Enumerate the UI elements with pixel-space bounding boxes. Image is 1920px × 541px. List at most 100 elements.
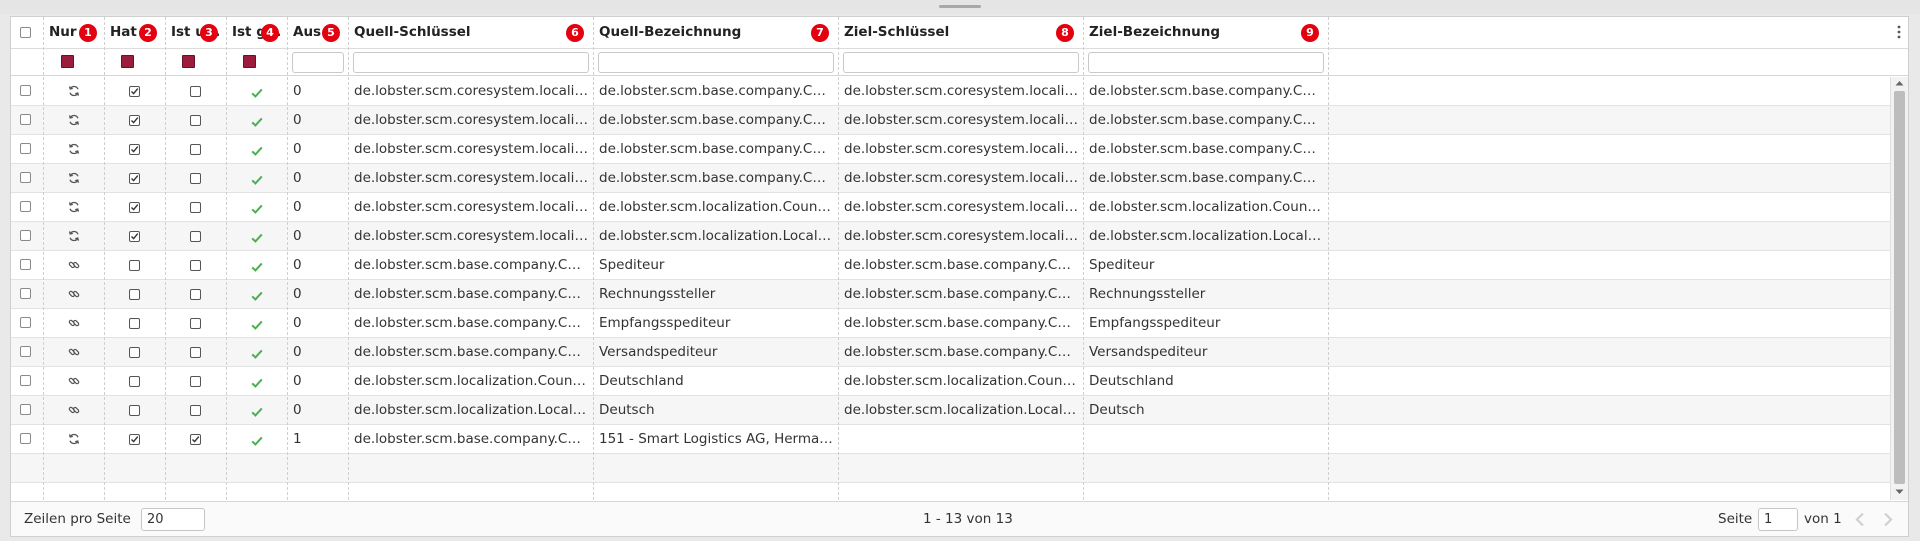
table-row[interactable]: 0 de.lobster.scm.base.company.CompanyT...… (11, 280, 1890, 309)
pagination-footer: Zeilen pro Seite 20 1 - 13 von 13 Seite … (11, 501, 1908, 536)
cell-quell-bezeichnung: Rechnungssteller (599, 286, 716, 302)
cell-ziel-bezeichnung: Deutschland (1089, 373, 1174, 389)
cell-quell-schluessel: de.lobster.scm.base.company.CompanyT... (354, 286, 593, 302)
table-row[interactable]: 0 de.lobster.scm.coresystem.localization.… (11, 77, 1890, 106)
filter-input-ziel-bezeichnung[interactable] (1088, 52, 1324, 73)
cell-aus: 0 (293, 373, 302, 389)
panel-resize-bar[interactable] (0, 0, 1920, 14)
cell-ziel-schluessel: de.lobster.scm.base.company.CompanyT... (844, 257, 1083, 273)
link-icon (68, 259, 80, 275)
row-select-checkbox[interactable] (20, 114, 31, 125)
column-separator (1083, 17, 1084, 500)
table-row[interactable]: 0 de.lobster.scm.coresystem.localization.… (11, 164, 1890, 193)
sync-icon (68, 114, 80, 130)
row-select-checkbox[interactable] (20, 404, 31, 415)
check-icon (251, 347, 263, 363)
check-icon (251, 231, 263, 247)
row-select-checkbox[interactable] (20, 346, 31, 357)
data-grid: Nur ... 1 Hat ... 2 Ist u... 3 Ist g... … (10, 16, 1909, 537)
row-select-checkbox[interactable] (20, 172, 31, 183)
col-header-ziel-bezeichnung[interactable]: Ziel-Bezeichnung (1083, 17, 1328, 48)
row-select-checkbox[interactable] (20, 259, 31, 270)
table-row[interactable]: 1 de.lobster.scm.base.company.Company... 1… (11, 425, 1890, 454)
row-select-checkbox[interactable] (20, 85, 31, 96)
row-select-checkbox[interactable] (20, 230, 31, 241)
cell-ziel-schluessel: de.lobster.scm.coresystem.localization.d… (844, 83, 1083, 99)
checked-box-icon (129, 433, 140, 449)
row-select-checkbox[interactable] (20, 317, 31, 328)
link-icon (68, 288, 80, 304)
unchecked-box-icon (190, 288, 201, 304)
table-row[interactable]: 0 de.lobster.scm.coresystem.localization.… (11, 135, 1890, 164)
rows-per-page-input[interactable]: 20 (141, 508, 205, 531)
table-row[interactable]: 0 de.lobster.scm.base.company.CompanyT...… (11, 251, 1890, 280)
table-row[interactable]: 0 de.lobster.scm.coresystem.localization.… (11, 193, 1890, 222)
cell-quell-bezeichnung: Versandspediteur (599, 344, 718, 360)
filter-input-quell-schluessel[interactable] (353, 52, 589, 73)
vertical-scrollbar[interactable] (1890, 77, 1908, 500)
table-row[interactable]: 0 de.lobster.scm.base.company.CompanyT...… (11, 338, 1890, 367)
resize-handle[interactable] (939, 5, 981, 8)
filter-input-ziel-schluessel[interactable] (843, 52, 1079, 73)
page-label: Seite (1718, 511, 1753, 527)
cell-ziel-schluessel: de.lobster.scm.coresystem.localization.d… (844, 199, 1083, 215)
table-row[interactable]: 0 de.lobster.scm.base.company.CompanyT...… (11, 309, 1890, 338)
table-row[interactable] (11, 454, 1890, 483)
table-row[interactable]: 0 de.lobster.scm.coresystem.localization.… (11, 106, 1890, 135)
page-number-input[interactable]: 1 (1758, 508, 1798, 531)
col-header-ziel-schluessel[interactable]: Ziel-Schlüssel (838, 17, 1083, 48)
row-select-checkbox[interactable] (20, 288, 31, 299)
table-row[interactable]: 0 de.lobster.scm.localization.Country#DE D… (11, 367, 1890, 396)
row-select-checkbox[interactable] (20, 143, 31, 154)
cell-aus: 0 (293, 344, 302, 360)
row-select-checkbox[interactable] (20, 433, 31, 444)
filter-checkbox-ist-g[interactable] (243, 55, 256, 68)
col-header-quell-schluessel[interactable]: Quell-Schlüssel (348, 17, 593, 48)
checked-box-icon (129, 201, 140, 217)
cell-quell-schluessel: de.lobster.scm.coresystem.localization.d… (354, 228, 593, 244)
table-row[interactable] (11, 483, 1890, 500)
column-menu-icon[interactable] (1896, 25, 1902, 39)
unchecked-box-icon (190, 317, 201, 333)
table-row[interactable]: 0 de.lobster.scm.localization.Locale#de De… (11, 396, 1890, 425)
select-all-checkbox[interactable] (20, 27, 31, 38)
annotation-badge-6: 6 (566, 24, 584, 42)
unchecked-box-icon (129, 375, 140, 391)
next-page-icon[interactable] (1882, 512, 1894, 527)
scroll-up-icon[interactable] (1895, 80, 1904, 86)
col-header-label: Ziel-Schlüssel (844, 24, 950, 40)
unchecked-box-icon (190, 85, 201, 101)
row-select-checkbox[interactable] (20, 375, 31, 386)
cell-aus: 0 (293, 315, 302, 331)
sync-icon (68, 433, 80, 449)
col-header-label: Quell-Bezeichnung (599, 24, 742, 40)
cell-ziel-bezeichnung: Spediteur (1089, 257, 1155, 273)
cell-ziel-bezeichnung: de.lobster.scm.base.company.CompanyT... (1089, 83, 1328, 99)
cell-ziel-schluessel: de.lobster.scm.localization.Country#DE (844, 373, 1083, 389)
previous-page-icon[interactable] (1854, 512, 1866, 527)
filter-checkbox-hat[interactable] (121, 55, 134, 68)
filter-input-quell-bezeichnung[interactable] (598, 52, 834, 73)
scroll-down-icon[interactable] (1895, 489, 1904, 495)
col-header-quell-bezeichnung[interactable]: Quell-Bezeichnung (593, 17, 838, 48)
cell-quell-schluessel: de.lobster.scm.coresystem.localization.d… (354, 83, 593, 99)
table-row[interactable]: 0 de.lobster.scm.coresystem.localization.… (11, 222, 1890, 251)
check-icon (251, 434, 263, 450)
cell-ziel-bezeichnung (1083, 425, 1328, 453)
column-separator (43, 17, 44, 500)
cell-ziel-schluessel: de.lobster.scm.localization.Locale#de (844, 402, 1083, 418)
cell-quell-bezeichnung: Deutsch (599, 402, 655, 418)
cell-aus: 0 (293, 286, 302, 302)
filter-input-aus[interactable] (292, 52, 344, 73)
scrollbar-thumb[interactable] (1894, 91, 1905, 484)
cell-quell-bezeichnung: Deutschland (599, 373, 684, 389)
check-icon (251, 86, 263, 102)
checked-box-icon (129, 114, 140, 130)
cell-quell-bezeichnung: Spediteur (599, 257, 665, 273)
filter-checkbox-ist-u[interactable] (182, 55, 195, 68)
filter-checkbox-nur[interactable] (61, 55, 74, 68)
rows-per-page-label: Zeilen pro Seite (24, 511, 131, 527)
row-select-checkbox[interactable] (20, 201, 31, 212)
annotation-badge-7: 7 (811, 24, 829, 42)
cell-aus: 1 (293, 431, 302, 447)
